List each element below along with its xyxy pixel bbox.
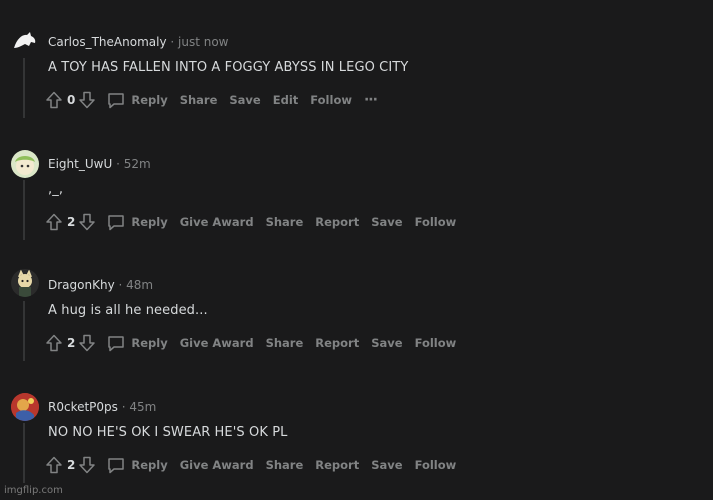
downvote-icon[interactable]	[79, 91, 96, 109]
comment-meta: Eight_UwU · 52m	[48, 157, 151, 171]
report-button[interactable]: Report	[315, 336, 359, 350]
report-button[interactable]: Report	[315, 215, 359, 229]
reply-label: Reply	[131, 458, 168, 472]
timestamp[interactable]: 45m	[129, 400, 156, 414]
timestamp[interactable]: just now	[178, 35, 228, 49]
save-button[interactable]: Save	[229, 93, 260, 107]
comment: Eight_UwU · 52m ,_, 2 Reply Give Award S…	[0, 122, 713, 242]
action-bar: 2 Reply Give Award Share Report Save Fol…	[46, 454, 456, 476]
vote-count: 0	[67, 93, 76, 107]
avatar[interactable]	[11, 393, 39, 421]
comment-bubble-icon	[107, 456, 131, 474]
report-button[interactable]: Report	[315, 458, 359, 472]
comment-body: A TOY HAS FALLEN INTO A FOGGY ABYSS IN L…	[48, 60, 409, 75]
downvote-icon[interactable]	[79, 456, 96, 474]
avatar[interactable]	[11, 28, 39, 56]
timestamp[interactable]: 52m	[124, 157, 151, 171]
more-options-icon[interactable]: ···	[364, 92, 378, 108]
give-award-button[interactable]: Give Award	[180, 215, 254, 229]
reply-button[interactable]: Reply	[107, 456, 168, 474]
comment-body: NO NO HE'S OK I SWEAR HE'S OK PL	[48, 425, 288, 440]
reply-button[interactable]: Reply	[107, 91, 168, 109]
edit-button[interactable]: Edit	[273, 93, 299, 107]
avatar[interactable]	[11, 269, 39, 297]
author-name[interactable]: Carlos_TheAnomaly	[48, 35, 167, 49]
give-award-button[interactable]: Give Award	[180, 336, 254, 350]
separator: ·	[170, 35, 179, 49]
vote-count: 2	[67, 458, 76, 472]
share-button[interactable]: Share	[180, 93, 218, 107]
save-button[interactable]: Save	[371, 215, 402, 229]
vote-count: 2	[67, 215, 76, 229]
reply-label: Reply	[131, 215, 168, 229]
vote-count: 2	[67, 336, 76, 350]
downvote-icon[interactable]	[79, 213, 96, 231]
comment-meta: R0cketP0ps · 45m	[48, 400, 156, 414]
share-button[interactable]: Share	[266, 458, 304, 472]
thread-line[interactable]	[23, 180, 25, 240]
upvote-icon[interactable]	[46, 213, 62, 231]
comment-bubble-icon	[107, 213, 131, 231]
comment: DragonKhy · 48m A hug is all he needed..…	[0, 243, 713, 363]
thread-line[interactable]	[23, 301, 25, 361]
thread-line[interactable]	[23, 423, 25, 483]
share-button[interactable]: Share	[266, 336, 304, 350]
comment-bubble-icon	[107, 91, 131, 109]
upvote-icon[interactable]	[46, 91, 62, 109]
give-award-button[interactable]: Give Award	[180, 458, 254, 472]
comment-body: ,_,	[48, 182, 64, 197]
reply-button[interactable]: Reply	[107, 334, 168, 352]
comment: Carlos_TheAnomaly · just now A TOY HAS F…	[0, 0, 713, 120]
follow-button[interactable]: Follow	[415, 336, 457, 350]
reply-label: Reply	[131, 336, 168, 350]
save-button[interactable]: Save	[371, 458, 402, 472]
share-button[interactable]: Share	[266, 215, 304, 229]
comment-meta: Carlos_TheAnomaly · just now	[48, 35, 229, 49]
comment-meta: DragonKhy · 48m	[48, 278, 153, 292]
reply-label: Reply	[131, 93, 168, 107]
upvote-icon[interactable]	[46, 456, 62, 474]
follow-button[interactable]: Follow	[415, 458, 457, 472]
comment: R0cketP0ps · 45m NO NO HE'S OK I SWEAR H…	[0, 365, 713, 485]
avatar[interactable]	[11, 150, 39, 178]
action-bar: 2 Reply Give Award Share Report Save Fol…	[46, 332, 456, 354]
comment-body: A hug is all he needed...	[48, 303, 208, 318]
follow-button[interactable]: Follow	[415, 215, 457, 229]
save-button[interactable]: Save	[371, 336, 402, 350]
comment-bubble-icon	[107, 334, 131, 352]
action-bar: 0 Reply Share Save Edit Follow ···	[46, 89, 378, 111]
timestamp[interactable]: 48m	[126, 278, 153, 292]
upvote-icon[interactable]	[46, 334, 62, 352]
downvote-icon[interactable]	[79, 334, 96, 352]
author-name[interactable]: Eight_UwU	[48, 157, 112, 171]
reply-button[interactable]: Reply	[107, 213, 168, 231]
separator: ·	[116, 157, 124, 171]
separator: ·	[118, 278, 127, 292]
thread-line[interactable]	[23, 58, 25, 118]
author-name[interactable]: R0cketP0ps	[48, 400, 118, 414]
watermark: imgflip.com	[4, 485, 63, 496]
author-name[interactable]: DragonKhy	[48, 278, 115, 292]
follow-button[interactable]: Follow	[310, 93, 352, 107]
action-bar: 2 Reply Give Award Share Report Save Fol…	[46, 211, 456, 233]
